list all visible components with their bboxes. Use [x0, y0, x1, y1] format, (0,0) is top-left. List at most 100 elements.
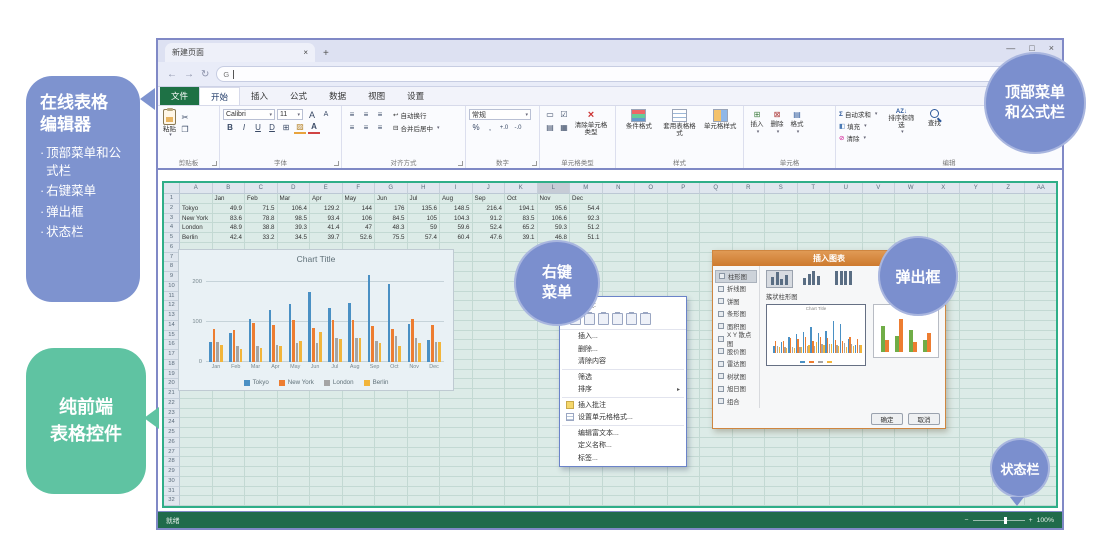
merge-center-button[interactable]: ⊟ 合并后居中 ▾ — [393, 122, 439, 134]
sheet-cell[interactable] — [375, 409, 408, 419]
font-color-button[interactable]: A — [308, 122, 320, 134]
row-header[interactable]: 23 — [164, 409, 180, 419]
sheet-cell[interactable] — [245, 409, 278, 419]
sheet-cell[interactable] — [1025, 194, 1058, 204]
sheet-cell[interactable] — [1025, 272, 1058, 282]
sheet-cell[interactable] — [895, 467, 928, 477]
sheet-cell[interactable]: 71.5 — [245, 204, 278, 214]
sheet-cell[interactable] — [1025, 262, 1058, 272]
sheet-cell[interactable] — [668, 282, 701, 292]
sheet-cell[interactable] — [733, 487, 766, 497]
sheet-cell[interactable] — [668, 223, 701, 233]
sheet-cell[interactable] — [375, 438, 408, 448]
sheet-cell[interactable] — [765, 438, 798, 448]
sheet-cell[interactable]: 51.2 — [570, 223, 603, 233]
sheet-cell[interactable] — [993, 350, 1026, 360]
decrease-decimal-button[interactable]: -.0 — [512, 122, 524, 134]
row-header[interactable]: 2 — [164, 204, 180, 214]
sheet-cell[interactable] — [213, 428, 246, 438]
sheet-cell[interactable] — [603, 204, 636, 214]
menu-item-1[interactable]: 删除... — [560, 343, 686, 356]
column-header[interactable]: W — [895, 183, 928, 194]
sheet-cell[interactable] — [180, 477, 213, 487]
sheet-cell[interactable] — [830, 496, 863, 506]
cancel-button[interactable]: 取消 — [908, 413, 940, 425]
sheet-cell[interactable] — [668, 204, 701, 214]
sheet-cell[interactable] — [993, 204, 1026, 214]
chart-type-item[interactable]: 条形图 — [715, 308, 757, 321]
dialog-launcher-icon[interactable] — [458, 161, 463, 166]
sheet-cell[interactable] — [993, 301, 1026, 311]
sheet-cell[interactable] — [993, 194, 1026, 204]
borders-button[interactable]: ⊞ — [280, 122, 292, 134]
sheet-cell[interactable] — [830, 448, 863, 458]
sheet-cell[interactable] — [440, 457, 473, 467]
sheet-cell[interactable] — [733, 438, 766, 448]
sheet-cell[interactable] — [245, 487, 278, 497]
clear-celltype-button[interactable]: × 清除单元格类型 — [571, 108, 611, 158]
sheet-cell[interactable] — [505, 350, 538, 360]
sheet-cell[interactable] — [213, 399, 246, 409]
sheet-cell[interactable] — [733, 204, 766, 214]
sheet-cell[interactable] — [408, 487, 441, 497]
grow-font-button[interactable]: A — [306, 109, 318, 121]
sheet-cell[interactable] — [473, 438, 506, 448]
sheet-cell[interactable] — [765, 448, 798, 458]
sheet-cell[interactable] — [505, 409, 538, 419]
paste-option-icon[interactable] — [612, 313, 623, 325]
sheet-cell[interactable] — [245, 418, 278, 428]
sheet-cell[interactable] — [213, 467, 246, 477]
sheet-cell[interactable]: 52.4 — [473, 223, 506, 233]
sheet-cell[interactable] — [733, 233, 766, 243]
sheet-cell[interactable] — [733, 477, 766, 487]
sheet-cell[interactable] — [440, 487, 473, 497]
sheet-cell[interactable] — [733, 448, 766, 458]
sheet-cell[interactable] — [603, 262, 636, 272]
sheet-cell[interactable] — [473, 418, 506, 428]
sheet-cell[interactable] — [343, 467, 376, 477]
sheet-cell[interactable] — [505, 360, 538, 370]
sheet-cell[interactable]: 65.2 — [505, 223, 538, 233]
sheet-cell[interactable] — [700, 457, 733, 467]
sheet-cell[interactable] — [830, 467, 863, 477]
sheet-cell[interactable] — [408, 428, 441, 438]
browser-tab[interactable]: 新建页面 × — [165, 43, 315, 62]
shrink-font-button[interactable]: A — [320, 109, 332, 121]
sheet-cell[interactable] — [180, 409, 213, 419]
sheet-cell[interactable] — [960, 223, 993, 233]
sheet-cell[interactable] — [343, 409, 376, 419]
sheet-cell[interactable] — [733, 457, 766, 467]
sheet-cell[interactable] — [635, 243, 668, 253]
sheet-cell[interactable] — [278, 496, 311, 506]
sheet-cell[interactable] — [993, 321, 1026, 331]
sheet-cell[interactable] — [245, 496, 278, 506]
sheet-cell[interactable] — [798, 223, 831, 233]
sheet-cell[interactable] — [473, 243, 506, 253]
column-header[interactable]: J — [473, 183, 506, 194]
paste-button[interactable]: 粘贴 ▾ — [161, 108, 178, 158]
sheet-cell[interactable] — [993, 282, 1026, 292]
sheet-cell[interactable] — [895, 487, 928, 497]
sheet-cell[interactable]: May — [343, 194, 376, 204]
sheet-cell[interactable]: 129.2 — [310, 204, 343, 214]
sheet-cell[interactable] — [180, 496, 213, 506]
menu-item-2[interactable]: 清除内容 — [560, 355, 686, 368]
column-header[interactable]: D — [278, 183, 311, 194]
sheet-cell[interactable]: Mar — [278, 194, 311, 204]
sheet-cell[interactable] — [700, 487, 733, 497]
sheet-cell[interactable] — [928, 477, 961, 487]
sheet-cell[interactable] — [863, 448, 896, 458]
row-header[interactable]: 24 — [164, 418, 180, 428]
sheet-cell[interactable] — [960, 438, 993, 448]
sheet-cell[interactable] — [928, 487, 961, 497]
sheet-cell[interactable]: Feb — [245, 194, 278, 204]
sheet-cell[interactable] — [960, 311, 993, 321]
sheet-cell[interactable] — [278, 487, 311, 497]
sheet-cell[interactable]: Jun — [375, 194, 408, 204]
sheet-cell[interactable] — [1025, 243, 1058, 253]
number-format-select[interactable]: 常规▾ — [469, 109, 531, 120]
sheet-cell[interactable] — [668, 253, 701, 263]
back-icon[interactable]: ← — [167, 69, 177, 80]
sheet-cell[interactable] — [1025, 253, 1058, 263]
sheet-cell[interactable] — [668, 214, 701, 224]
